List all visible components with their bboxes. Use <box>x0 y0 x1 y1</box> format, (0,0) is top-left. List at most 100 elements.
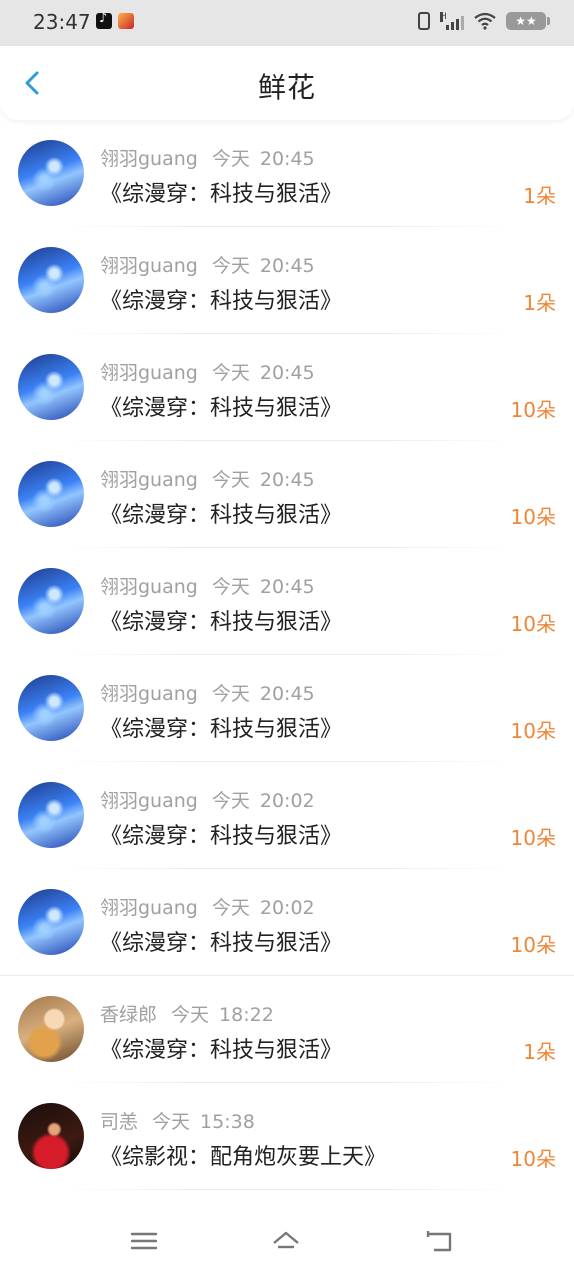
record-day: 今天 <box>152 1111 191 1133</box>
user-name[interactable]: 翎羽guang <box>100 148 198 170</box>
record-meta: 翎羽guang 今天 20:45 <box>100 572 315 599</box>
book-title[interactable]: 《综漫穿：科技与狠活》 <box>100 390 342 422</box>
avatar[interactable] <box>18 461 84 527</box>
record-meta: 司恙 今天 15:38 <box>100 1107 255 1134</box>
record-time: 15:38 <box>200 1111 255 1133</box>
avatar[interactable] <box>18 247 84 313</box>
list-item[interactable]: 翎羽guang 今天 20:45 《综漫穿：科技与狠活》 1朵 <box>0 227 574 334</box>
user-name[interactable]: 翎羽guang <box>100 576 198 598</box>
game-app-icon <box>118 13 134 29</box>
nav-bar: 鲜花 <box>0 46 574 120</box>
home-button[interactable] <box>271 1226 301 1256</box>
flower-count: 10朵 <box>510 612 556 636</box>
book-title[interactable]: 《综影视：配角炮灰要上天》 <box>100 1139 386 1171</box>
system-nav-bar <box>0 1200 574 1280</box>
record-day: 今天 <box>211 469 250 491</box>
record-meta: 翎羽guang 今天 20:02 <box>100 786 315 813</box>
avatar[interactable] <box>18 354 84 420</box>
record-day: 今天 <box>211 683 250 705</box>
book-title[interactable]: 《综漫穿：科技与狠活》 <box>100 283 342 315</box>
user-name[interactable]: 翎羽guang <box>100 897 198 919</box>
page-title: 鲜花 <box>257 71 316 104</box>
book-title[interactable]: 《综漫穿：科技与狠活》 <box>100 176 342 208</box>
list-item[interactable]: 翎羽guang 今天 20:02 《综漫穿：科技与狠活》 10朵 <box>0 762 574 869</box>
user-name[interactable]: 翎羽guang <box>100 683 198 705</box>
flower-count: 1朵 <box>523 291 556 315</box>
record-meta: 翎羽guang 今天 20:45 <box>100 251 315 278</box>
user-name[interactable]: 翎羽guang <box>100 469 198 491</box>
list-item[interactable]: 司恙 今天 15:38 《综影视：配角炮灰要上天》 10朵 <box>0 1083 574 1190</box>
book-title[interactable]: 《综漫穿：科技与狠活》 <box>100 925 342 957</box>
record-day: 今天 <box>211 362 250 384</box>
record-time: 20:45 <box>259 469 315 491</box>
divider <box>60 1189 514 1190</box>
record-day: 今天 <box>171 1004 210 1026</box>
record-time: 20:02 <box>259 790 315 812</box>
menu-button[interactable] <box>129 1226 159 1256</box>
list-item[interactable]: 翎羽guang 今天 20:45 《综漫穿：科技与狠活》 10朵 <box>0 655 574 762</box>
record-time: 20:45 <box>259 683 315 705</box>
wifi-icon <box>474 12 496 30</box>
record-day: 今天 <box>211 576 250 598</box>
flower-count: 1朵 <box>523 184 556 208</box>
record-meta: 翎羽guang 今天 20:45 <box>100 465 315 492</box>
list-item[interactable]: 翎羽guang 今天 20:45 《综漫穿：科技与狠活》 1朵 <box>0 120 574 227</box>
flower-count: 10朵 <box>510 398 556 422</box>
list-item[interactable]: 翎羽guang 今天 20:45 《综漫穿：科技与狠活》 10朵 <box>0 441 574 548</box>
avatar[interactable] <box>18 1103 84 1169</box>
record-time: 20:02 <box>259 897 315 919</box>
flower-count: 10朵 <box>510 505 556 529</box>
user-name[interactable]: 翎羽guang <box>100 255 198 277</box>
avatar[interactable] <box>18 889 84 955</box>
vibrate-icon <box>418 12 430 30</box>
record-day: 今天 <box>211 148 250 170</box>
status-bar: 23:47 H ★★ <box>0 0 574 46</box>
status-indicators: H ★★ <box>418 12 550 30</box>
avatar[interactable] <box>18 782 84 848</box>
user-name[interactable]: 翎羽guang <box>100 790 198 812</box>
record-time: 20:45 <box>259 255 315 277</box>
record-day: 今天 <box>211 255 250 277</box>
flower-count: 10朵 <box>510 719 556 743</box>
book-title[interactable]: 《综漫穿：科技与狠活》 <box>100 1032 342 1064</box>
book-title[interactable]: 《综漫穿：科技与狠活》 <box>100 818 342 850</box>
status-app-icons <box>96 11 134 29</box>
menu-icon <box>130 1232 158 1250</box>
flower-count: 1朵 <box>523 1040 556 1064</box>
system-back-button[interactable] <box>424 1226 454 1256</box>
signal-icon: H <box>440 12 464 30</box>
flower-record-list: 翎羽guang 今天 20:45 《综漫穿：科技与狠活》 1朵 翎羽guang 今天 20:4… <box>0 120 574 1190</box>
record-day: 今天 <box>211 790 250 812</box>
tiktok-icon <box>96 11 112 29</box>
record-meta: 香绿郎 今天 18:22 <box>100 1000 274 1027</box>
battery-icon: ★★ <box>506 12 550 30</box>
record-time: 20:45 <box>259 362 315 384</box>
book-title[interactable]: 《综漫穿：科技与狠活》 <box>100 711 342 743</box>
list-item[interactable]: 香绿郎 今天 18:22 《综漫穿：科技与狠活》 1朵 <box>0 976 574 1083</box>
record-time: 18:22 <box>219 1004 274 1026</box>
record-day: 今天 <box>211 897 250 919</box>
back-icon <box>426 1231 452 1252</box>
record-time: 20:45 <box>259 576 315 598</box>
avatar[interactable] <box>18 996 84 1062</box>
status-time: 23:47 <box>33 10 91 34</box>
list-item[interactable]: 翎羽guang 今天 20:45 《综漫穿：科技与狠活》 10朵 <box>0 548 574 655</box>
book-title[interactable]: 《综漫穿：科技与狠活》 <box>100 604 342 636</box>
record-time: 20:45 <box>259 148 315 170</box>
book-title[interactable]: 《综漫穿：科技与狠活》 <box>100 497 342 529</box>
home-icon <box>273 1231 299 1249</box>
list-item[interactable]: 翎羽guang 今天 20:45 《综漫穿：科技与狠活》 10朵 <box>0 334 574 441</box>
record-meta: 翎羽guang 今天 20:45 <box>100 144 315 171</box>
user-name[interactable]: 翎羽guang <box>100 362 198 384</box>
record-meta: 翎羽guang 今天 20:02 <box>100 893 315 920</box>
list-item[interactable]: 翎羽guang 今天 20:02 《综漫穿：科技与狠活》 10朵 <box>0 869 574 976</box>
user-name[interactable]: 司恙 <box>100 1111 138 1133</box>
flower-count: 10朵 <box>510 1147 556 1171</box>
avatar[interactable] <box>18 568 84 634</box>
record-meta: 翎羽guang 今天 20:45 <box>100 679 315 706</box>
user-name[interactable]: 香绿郎 <box>100 1004 157 1026</box>
avatar[interactable] <box>18 675 84 741</box>
record-meta: 翎羽guang 今天 20:45 <box>100 358 315 385</box>
avatar[interactable] <box>18 140 84 206</box>
flower-count: 10朵 <box>510 933 556 957</box>
